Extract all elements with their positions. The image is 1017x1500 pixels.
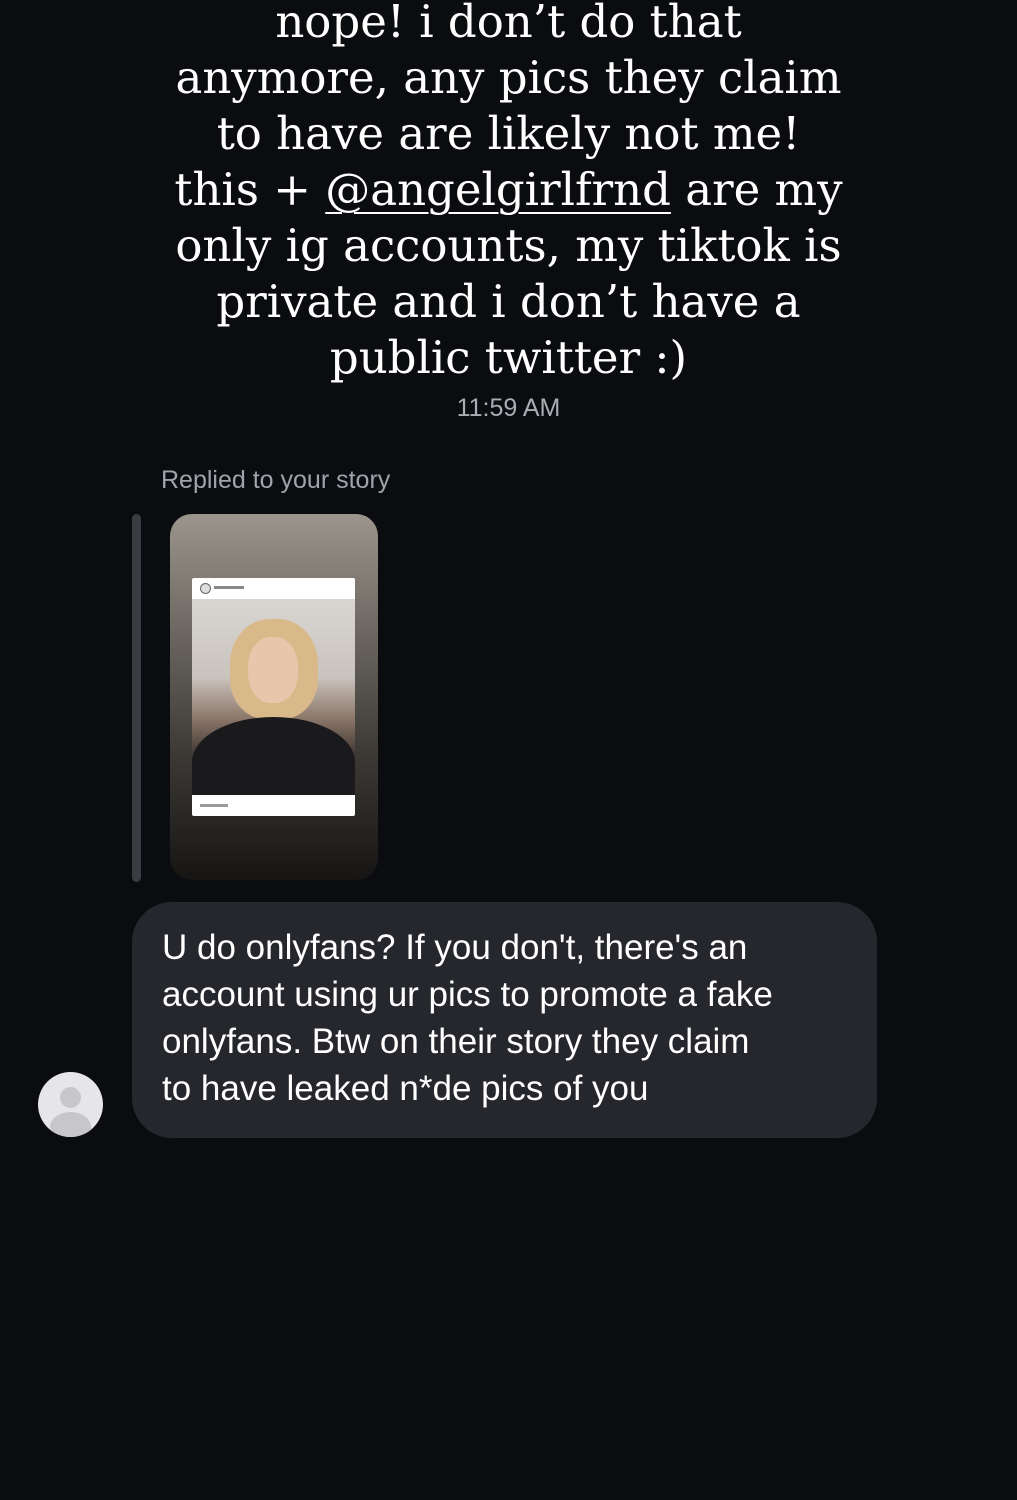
post-username-placeholder [214, 586, 244, 589]
story-reply-text: this + [174, 163, 326, 216]
photo-jacket-shape [192, 717, 355, 795]
post-caption-placeholder [200, 804, 228, 807]
story-reply-line: nope! i don’t do that [275, 0, 742, 48]
story-reply-line: public twitter :) [329, 331, 688, 384]
story-reply-line: anymore, any pics they claim [175, 51, 842, 104]
replied-to-story-label: Replied to your story [161, 466, 391, 494]
post-avatar-icon [200, 583, 211, 594]
avatar-body-shape [50, 1112, 91, 1137]
avatar-head-shape [60, 1087, 81, 1108]
story-reply-line: only ig accounts, my tiktok is [175, 219, 842, 272]
reply-quote-bar [132, 514, 141, 882]
message-line: account using ur pics to promote a fake [162, 975, 773, 1014]
story-reply-text: are my [670, 163, 843, 216]
story-reply-line: to have are likely not me! [216, 107, 801, 160]
story-reply-line-with-mention: this + @angelgirlfrnd are my [140, 162, 877, 218]
message-timestamp: 11:59 AM [456, 394, 561, 422]
post-header [192, 578, 355, 598]
story-reply-message: nope! i don’t do that anymore, any pics … [140, 0, 877, 386]
message-line: U do onlyfans? If you don't, there's an [162, 928, 748, 967]
story-thumbnail[interactable] [170, 514, 378, 880]
message-line: onlyfans. Btw on their story they claim [162, 1022, 750, 1061]
story-reply-line: private and i don’t have a [216, 275, 801, 328]
shared-post-preview [192, 578, 355, 816]
photo-face-shape [248, 637, 298, 703]
received-message-bubble[interactable]: U do onlyfans? If you don't, there's an … [132, 902, 877, 1138]
message-line: to have leaked n*de pics of you [162, 1069, 649, 1108]
post-photo [192, 599, 355, 795]
account-mention-link[interactable]: @angelgirlfrnd [325, 163, 671, 216]
default-profile-icon[interactable] [38, 1072, 103, 1137]
